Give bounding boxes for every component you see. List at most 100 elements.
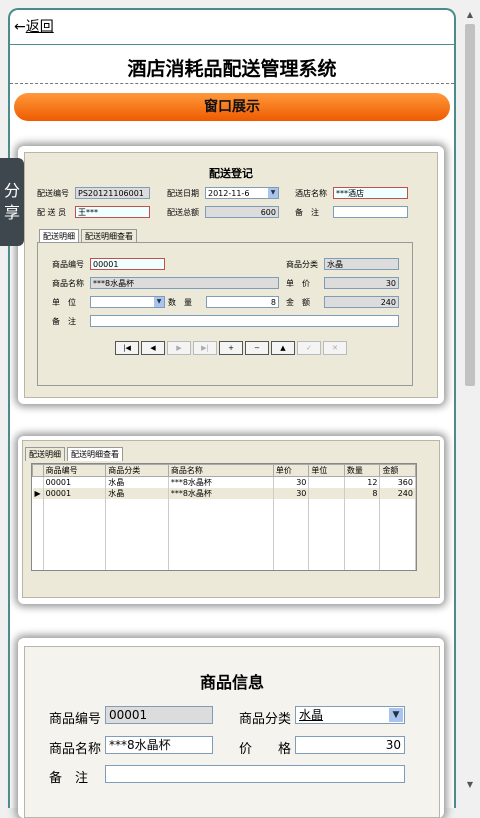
- qty-field[interactable]: 8: [206, 296, 279, 308]
- product-remark-label: 备 注: [49, 771, 89, 786]
- cell-name: ***8水晶杯: [168, 488, 274, 499]
- detail-panel: 商品编号 00001 商品分类 水晶 商品名称 ***8水晶杯 单 价 30 单…: [37, 242, 413, 386]
- code-label: 商品编号: [52, 260, 84, 269]
- scroll-up-icon[interactable]: ▲: [463, 8, 477, 22]
- scroll-thumb[interactable]: [465, 24, 475, 386]
- staff-field[interactable]: 王***: [75, 206, 150, 218]
- total-label: 配送总额: [167, 208, 199, 217]
- grid-header-amount[interactable]: 金额: [379, 464, 416, 477]
- delivery-register-window: 配送登记 配送编号 PS20121106001 配送日期 2012-11-6 ▼ …: [24, 152, 438, 398]
- product-category-label: 商品分类: [239, 712, 292, 727]
- cell-price: 30: [273, 476, 310, 488]
- total-field[interactable]: 600: [205, 206, 279, 218]
- save-record-button[interactable]: ✓: [297, 341, 321, 355]
- category-field[interactable]: 水晶: [324, 258, 399, 270]
- scroll-down-icon[interactable]: ▼: [463, 778, 477, 792]
- grid-header-name[interactable]: 商品名称: [167, 464, 274, 477]
- screenshot-card-product-info: 商品信息 商品编号 00001 商品分类 水晶 ▼ 商品名称 ***8水晶杯 价…: [18, 638, 444, 818]
- row-marker: ▶: [32, 488, 44, 499]
- title-divider: [10, 83, 454, 84]
- product-remark-field[interactable]: [105, 765, 405, 783]
- cell-code: 00001: [43, 476, 107, 488]
- vertical-scrollbar[interactable]: ▲ ▼: [463, 8, 477, 800]
- cell-unit: [308, 488, 345, 499]
- grid-header-code[interactable]: 商品编号: [42, 464, 107, 477]
- tab-delivery-detail-2[interactable]: 配送明细: [25, 447, 65, 461]
- record-navigator: |◀ ◀ ▶ ▶| + − ▲ ✓ ✕: [114, 339, 348, 355]
- remark-field[interactable]: [333, 206, 408, 218]
- detail-tabs: 配送明细 配送明细查看: [39, 229, 137, 243]
- delivery-date-field[interactable]: 2012-11-6 ▼: [205, 187, 279, 199]
- product-price-field[interactable]: 30: [295, 736, 405, 754]
- unit-dropdown-icon[interactable]: ▼: [154, 297, 164, 307]
- table-row[interactable]: 00001 水晶 ***8水晶杯 30 12 360: [32, 476, 416, 488]
- cell-category: 水晶: [105, 476, 169, 488]
- delivery-date-value: 2012-11-6: [208, 189, 250, 198]
- add-record-button[interactable]: +: [219, 341, 243, 355]
- grid-header-category[interactable]: 商品分类: [105, 464, 169, 477]
- cell-price: 30: [273, 488, 310, 499]
- name-label: 商品名称: [52, 279, 84, 288]
- grid-header-row: 商品编号 商品分类 商品名称 单价 单位 数量 金额: [32, 464, 416, 477]
- grid-header-unit[interactable]: 单位: [308, 464, 345, 477]
- product-category-value: 水晶: [299, 708, 324, 722]
- grid-header-qty[interactable]: 数量: [343, 464, 381, 477]
- cancel-record-button[interactable]: ✕: [323, 341, 347, 355]
- delete-record-button[interactable]: −: [245, 341, 269, 355]
- amount-field[interactable]: 240: [324, 296, 399, 308]
- tab-delivery-detail-view[interactable]: 配送明细查看: [81, 229, 137, 243]
- delivery-no-field[interactable]: PS20121106001: [75, 187, 150, 199]
- first-record-button[interactable]: |◀: [115, 341, 139, 355]
- detail-remark-field[interactable]: [90, 315, 399, 327]
- detail-remark-label: 备 注: [52, 317, 76, 326]
- date-dropdown-icon[interactable]: ▼: [268, 188, 278, 198]
- last-record-button[interactable]: ▶|: [193, 341, 217, 355]
- product-info-window: 商品信息 商品编号 00001 商品分类 水晶 ▼ 商品名称 ***8水晶杯 价…: [24, 646, 440, 818]
- cell-name: ***8水晶杯: [168, 476, 274, 488]
- name-field[interactable]: ***8水晶杯: [90, 277, 279, 289]
- cell-amount: 240: [379, 488, 416, 499]
- next-record-button[interactable]: ▶: [167, 341, 191, 355]
- remark-label: 备 注: [295, 208, 319, 217]
- screenshot-card-delivery-register: 配送登记 配送编号 PS20121106001 配送日期 2012-11-6 ▼ …: [18, 146, 444, 404]
- delivery-date-label: 配送日期: [167, 189, 199, 198]
- cell-category: 水晶: [105, 488, 169, 499]
- window-title: 配送登记: [209, 167, 253, 180]
- price-label: 单 价: [286, 279, 310, 288]
- row-marker: [32, 476, 44, 488]
- staff-label: 配 送 员: [37, 208, 67, 217]
- detail-grid: 商品编号 商品分类 商品名称 单价 单位 数量 金额 00001 水晶 ***8…: [32, 464, 416, 570]
- grid-header-price[interactable]: 单价: [272, 464, 310, 477]
- product-name-field[interactable]: ***8水晶杯: [105, 736, 213, 754]
- table-row[interactable]: ▶ 00001 水晶 ***8水晶杯 30 8 240: [32, 488, 416, 499]
- product-info-title: 商品信息: [199, 673, 264, 692]
- page-frame: ←返回 酒店消耗品配送管理系统 窗口展示 配送登记 配送编号 PS2012110…: [8, 8, 456, 818]
- unit-select[interactable]: ▼: [90, 296, 165, 308]
- cell-unit: [308, 476, 345, 488]
- amount-label: 金 额: [286, 298, 310, 307]
- prev-record-button[interactable]: ◀: [141, 341, 165, 355]
- back-link[interactable]: ←返回: [14, 16, 54, 36]
- share-button[interactable]: 分享: [0, 158, 24, 246]
- category-dropdown-icon[interactable]: ▼: [389, 708, 403, 722]
- product-price-label: 价 格: [239, 742, 292, 757]
- window-showcase-button[interactable]: 窗口展示: [14, 93, 450, 121]
- product-name-label: 商品名称: [49, 742, 102, 757]
- edit-record-button[interactable]: ▲: [271, 341, 295, 355]
- detail-view-tabs: 配送明细 配送明细查看: [25, 447, 123, 461]
- tab-delivery-detail[interactable]: 配送明细: [39, 229, 79, 243]
- detail-view-window: 配送明细 配送明细查看 商品编号 商品分类 商品名称 单价 单位 数量 金额 0…: [22, 440, 440, 598]
- product-category-select[interactable]: 水晶 ▼: [295, 706, 405, 724]
- empty-grid-space: [32, 499, 416, 570]
- qty-label: 数 量: [168, 298, 192, 307]
- code-field[interactable]: 00001: [90, 258, 165, 270]
- grid-header-marker: [32, 464, 44, 477]
- cell-code: 00001: [43, 488, 107, 499]
- back-arrow-icon: ←: [14, 19, 26, 35]
- cell-qty: 8: [344, 488, 381, 499]
- hotel-field[interactable]: ***酒店: [333, 187, 408, 199]
- back-label: 返回: [25, 19, 54, 35]
- tab-delivery-detail-view-2[interactable]: 配送明细查看: [67, 447, 123, 461]
- price-field[interactable]: 30: [324, 277, 399, 289]
- product-code-field[interactable]: 00001: [105, 706, 213, 724]
